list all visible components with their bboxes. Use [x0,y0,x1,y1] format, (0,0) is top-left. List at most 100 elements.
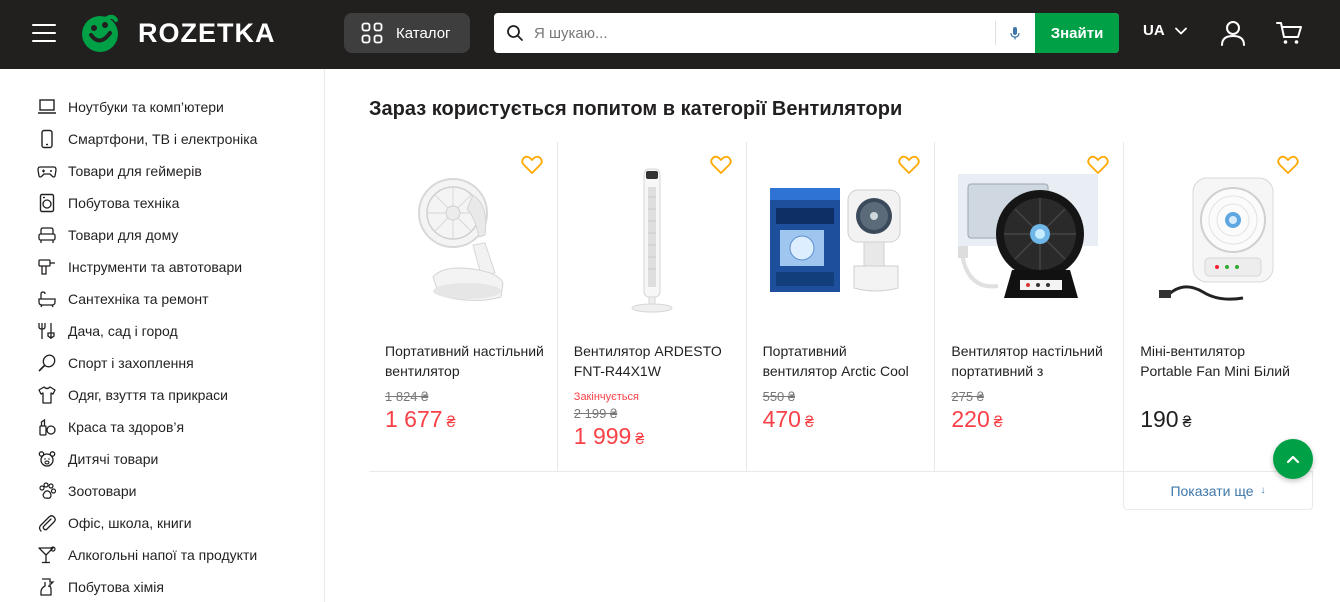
sidebar-item-label: Сантехніка та ремонт [68,291,209,307]
cocktail-icon [36,544,58,566]
bathtub-icon [36,288,58,310]
old-price: 1 824 ₴ [385,389,429,404]
chevron-up-icon [1286,455,1300,464]
section-title: Зараз користується попитом в категорії В… [369,98,903,120]
category-sidebar: Ноутбуки та комп’ютери Смартфони, ТВ і е… [0,69,325,602]
sidebar-item-appliances[interactable]: Побутова техніка [0,187,324,219]
chevron-down-icon [1174,27,1187,34]
product-image[interactable] [761,160,921,320]
price-currency: ₴ [993,414,1003,431]
price-currency: ₴ [1182,414,1192,431]
product-tile[interactable]: Портативний настільний вентилятор 1 824 … [369,142,558,472]
sidebar-item-label: Інструменти та автотовари [68,259,243,275]
sidebar-item-label: Офіс, школа, книги [68,515,192,531]
spray-bottle-icon [36,576,58,598]
sidebar-item-sport[interactable]: Спорт і захоплення [0,347,324,379]
sidebar-item-chemicals[interactable]: Побутова хімія [0,571,324,602]
cart-icon[interactable] [1275,19,1303,47]
product-price: 220 ₴ [951,406,1002,433]
old-price: 2 199 ₴ [573,406,618,421]
product-tile[interactable]: Вентилятор ARDESTO FNT-R44X1W Закінчуєть… [558,142,747,472]
sidebar-item-smartphones[interactable]: Смартфони, ТВ і електроніка [0,123,324,155]
sidebar-item-label: Одяг, взуття та прикраси [68,387,228,403]
sidebar-item-label: Товари для геймерів [68,163,202,179]
mini-fan-image [1159,177,1274,301]
sidebar-item-pets[interactable]: Зоотовари [0,475,324,507]
product-name[interactable]: Міні-вентилятор Portable Fan Mini Білий [1140,341,1300,381]
sidebar-item-office[interactable]: Офіс, школа, книги [0,507,324,539]
product-name[interactable]: Портативний настільний вентилятор [385,341,545,381]
product-tile[interactable]: Вентилятор настільний портативний з 275 … [935,142,1125,472]
portable-fan-image [958,174,1099,298]
product-price: 1 677 ₴ [385,406,455,433]
logo[interactable]: ROZETKA [80,12,276,54]
product-name[interactable]: Вентилятор ARDESTO FNT-R44X1W [574,341,734,381]
product-image[interactable] [1138,160,1298,320]
sidebar-item-label: Краса та здоров’я [68,419,185,435]
sidebar-item-label: Зоотовари [68,483,137,499]
gamepad-icon [36,160,58,182]
sidebar-item-label: Товари для дому [68,227,179,243]
product-price: 1 999 ₴ [574,423,644,450]
sidebar-item-garden[interactable]: Дача, сад і город [0,315,324,347]
sidebar-item-tools[interactable]: Інструменти та автотовари [0,251,324,283]
product-name[interactable]: Портативний вентилятор Arctic Cool [763,341,923,381]
laptop-icon [36,96,58,118]
product-image[interactable] [949,160,1109,320]
garden-tools-icon [36,320,58,342]
language-label: UA [1143,22,1165,39]
armchair-icon [36,224,58,246]
grid-icon [361,22,383,44]
old-price: 550 ₴ [762,389,796,404]
microphone-icon[interactable] [1008,26,1022,40]
product-image[interactable] [572,160,732,320]
old-price: 275 ₴ [951,389,984,404]
product-price: 190 ₴ [1140,406,1191,433]
price-currency: ₴ [635,431,645,448]
search-bar: Знайти [494,13,1119,53]
sidebar-item-label: Побутова техніка [68,195,180,211]
product-price: 470 ₴ [763,406,814,433]
price-value: 1 999 [573,423,632,449]
sidebar-item-beauty[interactable]: Краса та здоров’я [0,411,324,443]
price-currency: ₴ [804,414,814,431]
sidebar-item-laptops[interactable]: Ноутбуки та комп’ютери [0,91,324,123]
product-image[interactable] [383,160,543,320]
sidebar-item-kids[interactable]: Дитячі товари [0,443,324,475]
sidebar-item-label: Алкогольні напої та продукти [68,547,258,563]
sidebar-item-alcohol[interactable]: Алкогольні напої та продукти [0,539,324,571]
drill-icon [36,256,58,278]
arrow-down-icon: ↓ [1260,485,1266,496]
menu-icon[interactable] [32,22,56,42]
show-more-button[interactable]: Показати ще ↓ [1123,472,1313,510]
stock-status: Закінчується [573,391,639,403]
clip-fan-image [418,178,504,301]
logo-text: ROZETKA [138,17,276,48]
tennis-racket-icon [36,352,58,374]
header: ROZETKA Каталог Знайти UA [0,0,1340,69]
product-tile[interactable]: Міні-вентилятор Portable Fan Mini Білий … [1124,142,1313,472]
search-input[interactable] [534,13,984,53]
product-tile[interactable]: Портативний вентилятор Arctic Cool 550 ₴… [747,142,936,472]
show-more-label: Показати ще [1170,482,1254,499]
search-divider [995,21,996,45]
rozetka-smile-icon [82,14,118,52]
scroll-to-top-button[interactable] [1273,439,1313,479]
user-icon[interactable] [1219,19,1247,47]
sidebar-item-label: Дитячі товари [68,451,159,467]
sidebar-item-home[interactable]: Товари для дому [0,219,324,251]
washing-machine-icon [36,192,58,214]
paw-icon [36,480,58,502]
sidebar-item-label: Спорт і захоплення [68,355,194,371]
sidebar-item-label: Дача, сад і город [68,323,178,339]
beauty-icon [36,416,58,438]
product-name[interactable]: Вентилятор настільний портативний з [951,341,1111,381]
sidebar-item-plumbing[interactable]: Сантехніка та ремонт [0,283,324,315]
catalog-button[interactable]: Каталог [344,13,470,53]
smartphone-icon [36,128,58,150]
search-button[interactable]: Знайти [1035,13,1119,53]
sidebar-item-gamers[interactable]: Товари для геймерів [0,155,324,187]
sidebar-item-clothes[interactable]: Одяг, взуття та прикраси [0,379,324,411]
arctic-cool-fan-image [769,188,901,292]
language-switcher[interactable]: UA [1143,22,1187,39]
